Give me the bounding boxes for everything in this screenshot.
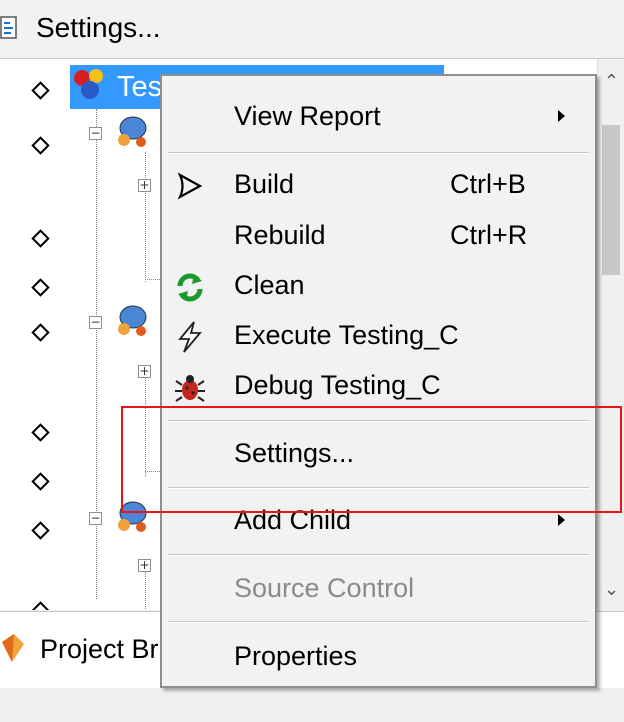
lightning-icon — [178, 321, 202, 353]
component-icon — [118, 116, 147, 147]
expand-toggle-icon[interactable]: + — [138, 179, 151, 192]
tab-project-browser[interactable]: Project Br — [40, 634, 159, 665]
breakpoint-diamond-icon — [31, 472, 50, 491]
toolbar: Settings... — [0, 0, 624, 59]
tree-connector — [96, 109, 97, 599]
menu-item-label: Properties — [234, 641, 358, 671]
context-menu: View Report Build Ctrl+B Rebuild Ctrl+R … — [160, 74, 597, 688]
expand-toggle-icon[interactable]: + — [138, 365, 151, 378]
breakpoint-diamond-icon — [31, 136, 50, 155]
menu-item-label: View Report — [234, 101, 381, 131]
breakpoint-diamond-icon — [31, 601, 50, 610]
tree-connector — [145, 279, 160, 280]
refresh-icon — [177, 273, 203, 302]
menu-separator — [168, 554, 589, 556]
bug-icon — [175, 375, 205, 402]
tree-connector — [145, 152, 146, 282]
menu-item-label: Source Control — [234, 573, 415, 603]
breakpoint-diamond-icon — [31, 423, 50, 442]
tree-scrollbar[interactable]: ⌃ ⌄ — [597, 59, 624, 610]
status-bar — [0, 688, 624, 722]
menu-item-label: Debug Testing_C — [234, 370, 441, 400]
menu-separator — [168, 152, 589, 154]
menu-item-source-control: Source Control — [162, 566, 595, 614]
menu-item-properties[interactable]: Properties — [162, 634, 595, 682]
scroll-down-icon[interactable]: ⌄ — [604, 579, 619, 600]
breakpoint-diamond-icon — [31, 323, 50, 342]
toolbar-settings-label[interactable]: Settings... — [36, 12, 161, 44]
scrollbar-thumb[interactable] — [602, 125, 620, 275]
menu-item-shortcut: Ctrl+B — [450, 169, 526, 199]
menu-item-execute[interactable]: Execute Testing_C — [162, 313, 595, 361]
menu-item-build[interactable]: Build Ctrl+B — [162, 162, 595, 210]
menu-item-shortcut: Ctrl+R — [450, 220, 528, 250]
highlight-annotation — [121, 406, 622, 513]
breakpoint-diamond-icon — [31, 278, 50, 297]
menu-separator — [168, 621, 589, 623]
project-browser-icon — [2, 634, 24, 662]
menu-item-label: Clean — [234, 270, 305, 300]
settings-page-icon[interactable] — [0, 16, 18, 40]
breakpoint-diamond-icon — [31, 521, 50, 540]
expand-toggle-icon[interactable]: + — [138, 559, 151, 572]
play-outline-icon — [177, 172, 203, 200]
menu-item-label: Build — [234, 169, 295, 199]
menu-item-rebuild[interactable]: Rebuild Ctrl+R — [162, 213, 595, 261]
collapse-toggle-icon[interactable]: − — [89, 512, 102, 525]
menu-item-debug[interactable]: Debug Testing_C — [162, 363, 595, 411]
project-icon — [74, 69, 103, 99]
menu-item-view-report[interactable]: View Report — [162, 94, 595, 142]
scroll-up-icon[interactable]: ⌃ — [604, 71, 619, 92]
menu-item-label: Rebuild — [234, 220, 326, 250]
tree-connector — [145, 569, 146, 609]
submenu-arrow-icon — [558, 514, 565, 526]
submenu-arrow-icon — [558, 110, 565, 122]
breakpoint-diamond-icon — [31, 81, 50, 100]
collapse-toggle-icon[interactable]: − — [89, 316, 102, 329]
breakpoint-diamond-icon — [31, 229, 50, 248]
collapse-toggle-icon[interactable]: − — [89, 127, 102, 140]
menu-item-clean[interactable]: Clean — [162, 263, 595, 311]
component-icon — [118, 305, 147, 336]
menu-item-label: Execute Testing_C — [234, 320, 459, 350]
